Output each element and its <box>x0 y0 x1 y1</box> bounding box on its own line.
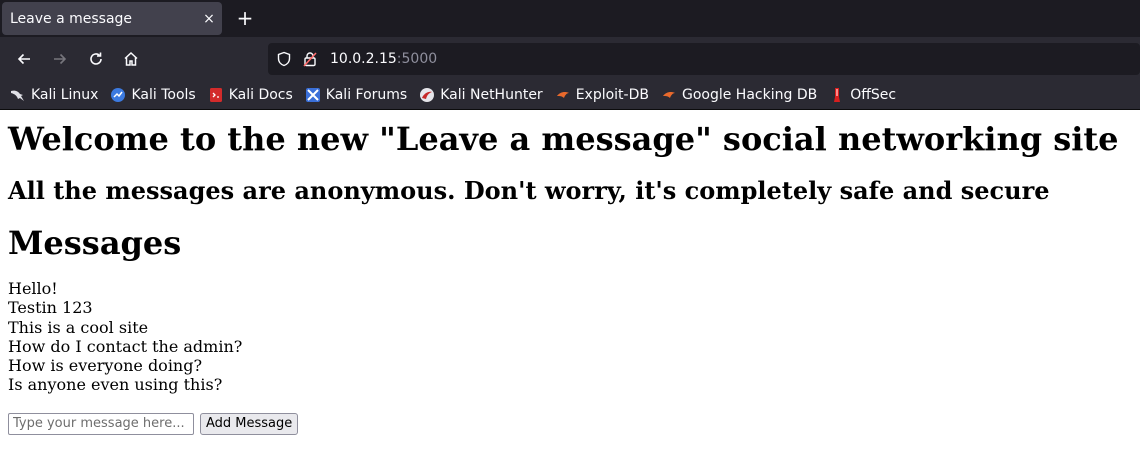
nethunter-icon <box>419 87 435 103</box>
exploit-db-icon <box>555 87 571 103</box>
bookmark-label: Kali Linux <box>31 87 99 103</box>
add-message-button[interactable]: Add Message <box>200 412 299 435</box>
navigation-toolbar: 10.0.2.15:5000 <box>0 37 1140 81</box>
tab-strip: Leave a message × + <box>0 0 1140 37</box>
bookmark-label: OffSec <box>850 87 897 103</box>
insecure-lock-icon[interactable] <box>300 49 320 69</box>
bookmark-label: Exploit-DB <box>575 87 649 103</box>
home-icon <box>124 51 138 66</box>
bookmark-label: Kali Tools <box>131 87 196 103</box>
address-bar[interactable]: 10.0.2.15:5000 <box>268 43 1140 75</box>
message-list: Hello! Testin 123 This is a cool site Ho… <box>8 279 1132 395</box>
bookmark-google-hacking-db[interactable]: Google Hacking DB <box>661 87 817 103</box>
forward-button[interactable] <box>48 47 72 71</box>
ghdb-icon <box>661 87 677 103</box>
active-tab[interactable]: Leave a message × <box>2 2 222 35</box>
home-button[interactable] <box>119 47 143 71</box>
message-item: How do I contact the admin? <box>8 336 243 356</box>
message-input[interactable] <box>8 412 194 435</box>
bookmark-kali-tools[interactable]: Kali Tools <box>110 87 196 103</box>
bookmarks-toolbar: Kali Linux Kali Tools Kali Docs Kali For… <box>0 81 1140 110</box>
close-tab-icon[interactable]: × <box>196 11 222 27</box>
reload-icon <box>90 52 102 65</box>
bookmark-label: Google Hacking DB <box>681 87 818 103</box>
message-item: Is anyone even using this? <box>8 375 223 395</box>
url-host: 10.0.2.15 <box>330 51 397 67</box>
kali-dragon-icon <box>10 87 26 103</box>
kali-docs-icon <box>208 87 224 103</box>
bookmark-kali-docs[interactable]: Kali Docs <box>208 87 293 103</box>
message-item: Testin 123 <box>8 298 93 318</box>
shield-icon[interactable] <box>274 49 294 69</box>
bookmark-kali-nethunter[interactable]: Kali NetHunter <box>419 87 543 103</box>
bookmark-label: Kali Forums <box>325 87 408 103</box>
forward-arrow-icon <box>54 53 67 65</box>
reload-button[interactable] <box>84 47 108 71</box>
page-subtitle: All the messages are anonymous. Don't wo… <box>8 176 1050 205</box>
bookmark-kali-linux[interactable]: Kali Linux <box>10 87 98 103</box>
message-form: Add Message <box>8 412 1132 435</box>
back-button[interactable] <box>12 47 36 71</box>
bookmark-exploit-db[interactable]: Exploit-DB <box>555 87 649 103</box>
message-item: How is everyone doing? <box>8 356 203 376</box>
page-title: Welcome to the new "Leave a message" soc… <box>8 120 1119 158</box>
kali-tools-icon <box>110 87 126 103</box>
message-item: This is a cool site <box>8 317 149 337</box>
kali-forums-icon <box>305 87 321 103</box>
bookmark-kali-forums[interactable]: Kali Forums <box>305 87 407 103</box>
bookmark-label: Kali Docs <box>228 87 293 103</box>
new-tab-button[interactable]: + <box>232 5 258 31</box>
tab-title: Leave a message <box>10 10 133 27</box>
message-item: Hello! <box>8 279 58 298</box>
page-content: Welcome to the new "Leave a message" soc… <box>0 110 1140 462</box>
url-port: :5000 <box>396 51 438 67</box>
bookmark-offsec[interactable]: OffSec <box>829 87 896 103</box>
offsec-icon <box>829 87 845 103</box>
messages-heading: Messages <box>8 224 182 262</box>
back-arrow-icon <box>17 53 30 65</box>
bookmark-label: Kali NetHunter <box>440 87 543 103</box>
